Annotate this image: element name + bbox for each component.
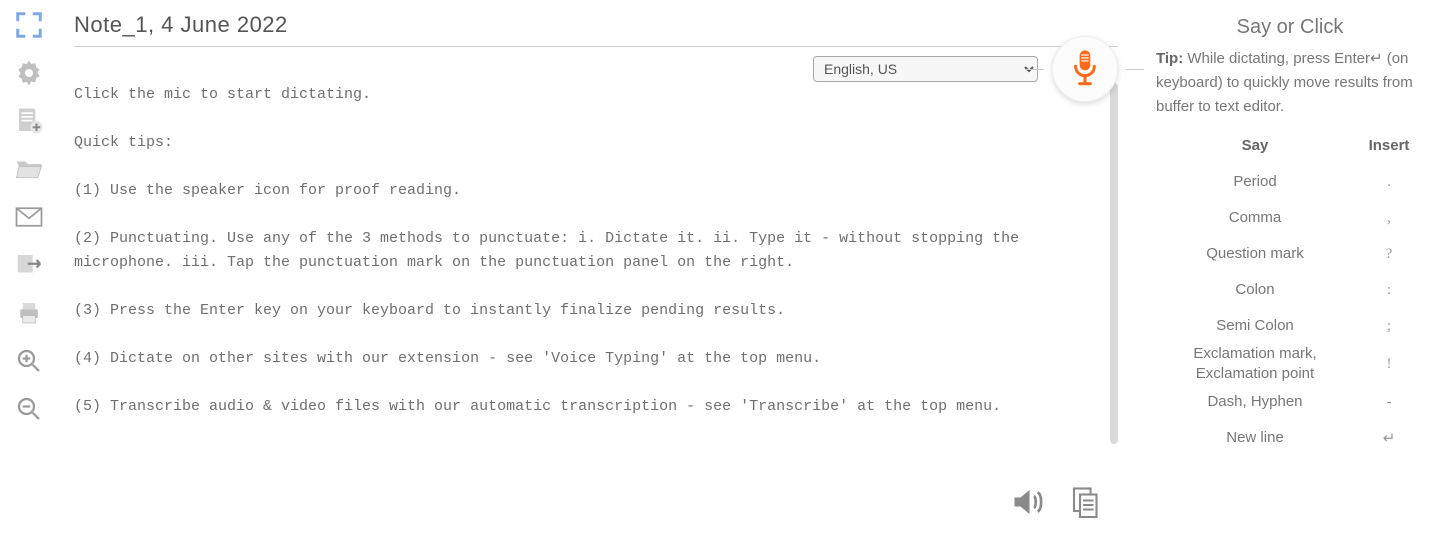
punctuation-say: Question mark: [1156, 244, 1354, 264]
language-select[interactable]: English, US: [813, 56, 1038, 82]
punctuation-insert: ;: [1354, 318, 1424, 335]
settings-button[interactable]: [12, 56, 46, 90]
print-button[interactable]: [12, 296, 46, 330]
open-folder-button[interactable]: [12, 152, 46, 186]
microphone-icon: [1068, 49, 1102, 89]
punctuation-say: Comma: [1156, 208, 1354, 228]
mic-decorative-line: [1026, 69, 1044, 70]
punctuation-insert: !: [1354, 356, 1424, 373]
punctuation-row[interactable]: Question mark?: [1156, 236, 1424, 272]
mic-decorative-line: [1126, 69, 1144, 70]
punctuation-insert: .: [1354, 174, 1424, 191]
punctuation-row[interactable]: Dash, Hyphen-: [1156, 384, 1424, 420]
punctuation-say: New line: [1156, 428, 1354, 448]
punctuation-table: Say Insert Period.Comma,Question mark?Co…: [1156, 137, 1424, 456]
tip-text: Tip: While dictating, press Enter↵ (on k…: [1156, 47, 1424, 119]
punctuation-say: Semi Colon: [1156, 316, 1354, 336]
zoom-out-button[interactable]: [12, 392, 46, 426]
col-header-insert: Insert: [1354, 137, 1424, 154]
speaker-button[interactable]: [1010, 484, 1046, 520]
copy-button[interactable]: [1068, 484, 1104, 520]
editor-text-area[interactable]: Click the mic to start dictating. Quick …: [74, 83, 1104, 534]
punctuation-say: Period: [1156, 172, 1354, 192]
punctuation-row[interactable]: Semi Colon;: [1156, 308, 1424, 344]
punctuation-row[interactable]: Colon:: [1156, 272, 1424, 308]
microphone-button[interactable]: [1052, 36, 1118, 102]
punctuation-say: Colon: [1156, 280, 1354, 300]
top-controls: English, US: [813, 36, 1118, 102]
punctuation-row[interactable]: Comma,: [1156, 200, 1424, 236]
punctuation-insert: ,: [1354, 210, 1424, 227]
main-area: Note_1, 4 June 2022 English, US Click th…: [58, 0, 1138, 534]
new-note-button[interactable]: [12, 104, 46, 138]
fullscreen-button[interactable]: [12, 8, 46, 42]
punctuation-insert: -: [1354, 394, 1424, 411]
right-panel: Say or Click Tip: While dictating, press…: [1138, 0, 1448, 534]
tip-body: While dictating, press Enter↵ (on keyboa…: [1156, 50, 1413, 115]
col-header-say: Say: [1156, 137, 1354, 154]
punctuation-table-header: Say Insert: [1156, 137, 1424, 154]
punctuation-row[interactable]: Exclamation mark, Exclamation point!: [1156, 344, 1424, 384]
zoom-in-button[interactable]: [12, 344, 46, 378]
punctuation-say: Dash, Hyphen: [1156, 392, 1354, 412]
punctuation-insert: ↵: [1354, 429, 1424, 448]
left-toolbar: [0, 0, 58, 534]
bottom-icons: [1010, 484, 1104, 520]
punctuation-row[interactable]: New line↵: [1156, 420, 1424, 456]
right-panel-heading: Say or Click: [1156, 16, 1424, 39]
note-title: Note_1, 4 June 2022: [74, 12, 288, 38]
editor-scrollbar[interactable]: [1110, 83, 1118, 534]
tip-label: Tip:: [1156, 50, 1183, 67]
punctuation-insert: ?: [1354, 246, 1424, 263]
punctuation-say: Exclamation mark, Exclamation point: [1156, 344, 1354, 384]
punctuation-insert: :: [1354, 282, 1424, 299]
email-button[interactable]: [12, 200, 46, 234]
export-button[interactable]: [12, 248, 46, 282]
punctuation-row[interactable]: Period.: [1156, 164, 1424, 200]
